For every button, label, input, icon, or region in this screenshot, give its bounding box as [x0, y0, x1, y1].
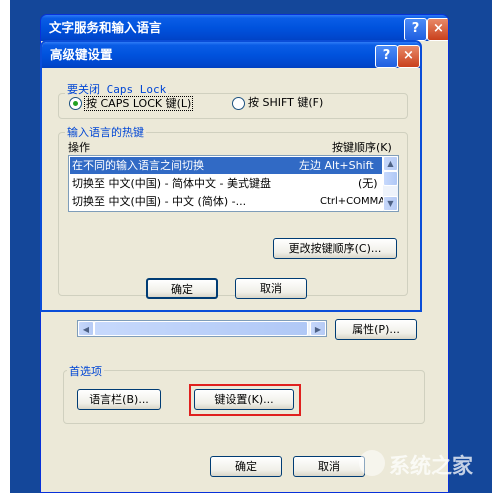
shift-option-label[interactable]: 按 SHIFT 键(F) [248, 96, 323, 109]
list-item[interactable]: 切换至 中文(中国) - 中文 (简体) -... Ctrl+COMMA [70, 193, 386, 210]
hotkey-keys: (无) [358, 177, 378, 190]
hotkey-action: 切换至 中文(中国) - 中文 (简体) -... [72, 195, 247, 208]
vscroll-thumb[interactable] [383, 171, 398, 186]
scroll-up-arrow[interactable]: ▲ [383, 156, 398, 171]
inner-ok-button[interactable]: 确定 [146, 278, 218, 299]
caps-lock-group-label: 要关闭 Caps Lock [65, 81, 169, 97]
watermark: 系统之家 [355, 444, 495, 484]
shift-radio[interactable] [232, 97, 245, 110]
hscroll-thumb[interactable] [94, 321, 308, 336]
inner-cancel-button[interactable]: 取消 [235, 278, 307, 299]
outer-dialog-titlebar[interactable]: 文字服务和输入语言 ? × [41, 15, 448, 41]
list-item[interactable]: 在不同的输入语言之间切换 左边 Alt+Shift [70, 157, 382, 174]
change-key-sequence-button[interactable]: 更改按键顺序(C)... [273, 238, 397, 259]
scroll-down-arrow[interactable]: ▼ [383, 196, 398, 211]
language-bar-button[interactable]: 语言栏(B)... [77, 389, 161, 410]
watermark-text: 系统之家 [389, 454, 473, 478]
inner-dialog-title: 高级键设置 [50, 47, 113, 62]
services-hscrollbar[interactable]: ◀ ▶ [77, 320, 327, 337]
outer-help-button[interactable]: ? [404, 18, 427, 41]
inner-close-button[interactable]: × [397, 45, 420, 68]
advanced-key-settings-dialog: 高级键设置 ? × 要关闭 Caps Lock 按 CAPS LOCK 键(L)… [40, 40, 422, 312]
caps-lock-radio[interactable] [69, 97, 82, 110]
scroll-right-arrow[interactable]: ▶ [310, 321, 326, 336]
inner-help-button[interactable]: ? [375, 45, 398, 68]
watermark-logo-icon [359, 450, 385, 476]
inner-dialog-body: 要关闭 Caps Lock 按 CAPS LOCK 键(L) 按 SHIFT 键… [42, 68, 420, 310]
list-item[interactable]: 切换至 中文(中国) - 简体中文 - 美式键盘 (无) [70, 175, 382, 192]
preferences-group-label: 首选项 [67, 363, 104, 379]
outer-close-button[interactable]: × [427, 18, 448, 41]
hotkey-action: 在不同的输入语言之间切换 [72, 159, 204, 172]
hotkeys-group-label: 输入语言的热键 [65, 124, 146, 140]
column-header-action: 操作 [68, 141, 90, 154]
outer-ok-button[interactable]: 确定 [210, 456, 282, 477]
caps-lock-option-label[interactable]: 按 CAPS LOCK 键(L) [84, 96, 194, 111]
hotkeys-vscrollbar[interactable]: ▲ ▼ [383, 156, 398, 211]
properties-button[interactable]: 属性(P)... [335, 319, 417, 340]
inner-dialog-titlebar[interactable]: 高级键设置 ? × [42, 42, 420, 68]
scroll-left-arrow[interactable]: ◀ [78, 321, 94, 336]
hotkey-action: 切换至 中文(中国) - 简体中文 - 美式键盘 [72, 177, 272, 190]
hotkeys-list[interactable]: 在不同的输入语言之间切换 左边 Alt+Shift 切换至 中文(中国) - 简… [68, 155, 399, 212]
hotkey-keys: 左边 Alt+Shift [299, 159, 374, 172]
key-settings-button[interactable]: 键设置(K)... [194, 389, 294, 410]
column-header-keys: 按键顺序(K) [332, 141, 392, 154]
outer-dialog-title: 文字服务和输入语言 [49, 20, 162, 35]
hotkey-keys: Ctrl+COMMA [320, 196, 386, 207]
